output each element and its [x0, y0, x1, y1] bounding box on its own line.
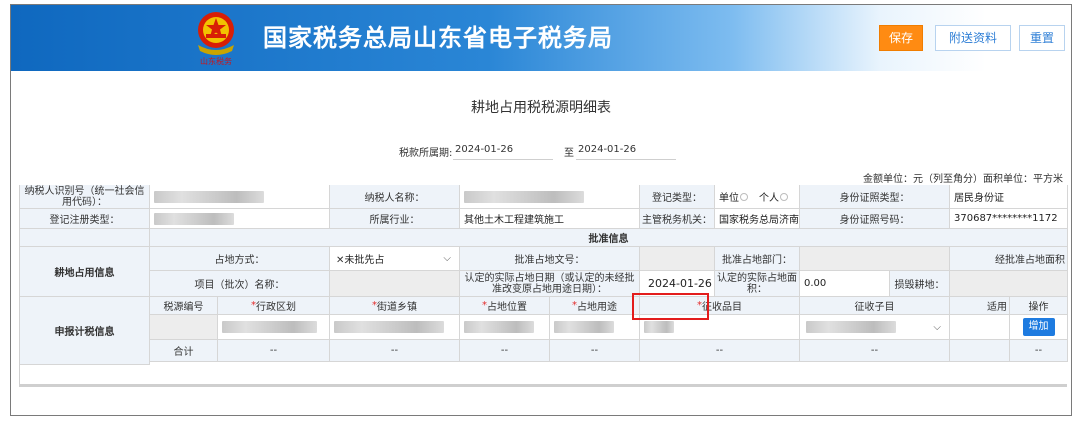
redacted-region — [222, 321, 317, 333]
street-town-cell[interactable] — [330, 315, 460, 340]
tax-authority-label: 主管税务机关： — [640, 209, 715, 229]
col-region: * 行政区划 — [218, 297, 330, 315]
purpose-cell[interactable] — [550, 315, 640, 340]
id-type-value: 居民身份证 — [950, 185, 1068, 209]
approval-section-spacer — [20, 229, 150, 247]
registration-category-value — [150, 209, 330, 229]
col-applicable: 适用 — [950, 297, 1010, 315]
header-banner: 山东税务 国家税务总局山东省电子税务局 保存 附送资料 重置 — [11, 5, 1071, 71]
radio-unit-label: 单位 — [719, 193, 739, 204]
levy-subitem-select[interactable]: ⌵ — [800, 315, 950, 340]
id-type-label: 身份证照类型： — [800, 185, 950, 209]
occupy-method-select-box: ✕未批先占 ⌵ — [334, 251, 459, 266]
actual-date-label: 认定的实际占地日期（或认定的未经批准改变原占地用途日期）： — [460, 271, 640, 297]
total-operation: -- — [1010, 340, 1068, 362]
tax-source-table: 纳税人识别号（统一社会信用代码）： 纳税人名称： 登记类型： 单位 个人 身份证… — [19, 185, 1068, 387]
units-note: 金额单位：元（列至角分）面积单位：平方米 — [863, 174, 1063, 185]
redacted-location — [464, 321, 534, 333]
damaged-land-input[interactable] — [950, 271, 1068, 297]
occupy-method-selected: ✕未批先占 — [336, 255, 385, 266]
redacted-taxpayer-id — [154, 190, 264, 203]
id-number-value: 370687********1172 — [950, 209, 1068, 229]
redacted-registration-category — [154, 212, 234, 225]
industry-value: 其他土木工程建筑施工 — [460, 209, 640, 229]
period-start-underline — [453, 159, 553, 160]
registration-type-label: 登记类型： — [640, 185, 715, 209]
applicable-cell — [950, 315, 1010, 340]
total-label: 合计 — [150, 340, 218, 362]
col-operation: 操作 — [1010, 297, 1068, 315]
period-end-underline — [576, 159, 676, 160]
site-title: 国家税务总局山东省电子税务局 — [263, 24, 613, 52]
total-purpose: -- — [550, 340, 640, 362]
attach-documents-button[interactable]: 附送资料 — [935, 25, 1011, 51]
redacted-street-town — [334, 321, 444, 333]
save-button[interactable]: 保存 — [879, 25, 923, 51]
actual-date-highlight-box — [632, 293, 709, 320]
redacted-levy-item — [644, 321, 674, 333]
taxpayer-name-value — [460, 185, 640, 209]
col-location: * 占地位置 — [460, 297, 550, 315]
total-region: -- — [218, 340, 330, 362]
approval-doc-no-label: 批准占地文号： — [460, 247, 640, 271]
col-purpose: * 占地用途 — [550, 297, 640, 315]
chevron-down-icon: ⌵ — [933, 321, 941, 333]
page-title: 耕地占用税税源明细表 — [471, 100, 611, 116]
total-location: -- — [460, 340, 550, 362]
screenshot-frame: 山东税务 国家税务总局山东省电子税务局 保存 附送资料 重置 耕地占用税税源明细… — [0, 0, 1080, 421]
levy-subitem-select-box: ⌵ — [804, 321, 949, 333]
radio-unit[interactable] — [740, 192, 748, 201]
actual-area-label: 认定的实际占地面积： — [715, 271, 800, 297]
source-no-cell — [150, 315, 218, 340]
approval-doc-no-input[interactable] — [640, 247, 715, 271]
reset-button[interactable]: 重置 — [1019, 25, 1065, 51]
tax-authority-value: 国家税务总局济南市 — [715, 209, 800, 229]
redacted-purpose — [554, 321, 614, 333]
col-levy-subitem: 征收子目 — [800, 297, 950, 315]
location-cell[interactable] — [460, 315, 550, 340]
col-street-town: * 街道乡镇 — [330, 297, 460, 315]
tax-info-group-label: 申报计税信息 — [20, 297, 150, 365]
registration-type-radio-group: 单位 个人 — [715, 185, 800, 209]
project-name-input[interactable] — [330, 271, 460, 297]
col-source-no: 税源编号 — [150, 297, 218, 315]
occupy-method-label: 占地方式： — [150, 247, 330, 271]
redacted-levy-subitem — [806, 321, 896, 333]
period-start-date[interactable]: 2024-01-26 — [455, 144, 513, 155]
redacted-taxpayer-name — [464, 190, 584, 203]
project-name-label: 项目（批次）名称： — [150, 271, 330, 297]
operation-cell: 增加 — [1010, 315, 1068, 340]
period-end-date[interactable]: 2024-01-26 — [578, 144, 636, 155]
damaged-land-label: 损毁耕地： — [890, 271, 950, 297]
land-occupancy-group-label: 耕地占用信息 — [20, 247, 150, 297]
chevron-down-icon: ⌵ — [443, 253, 451, 264]
total-levy-item: -- — [640, 340, 800, 362]
taxpayer-name-label: 纳税人名称： — [330, 185, 460, 209]
period-label: 税款所属期: — [399, 148, 453, 159]
registration-category-label: 登记注册类型： — [20, 209, 150, 229]
radio-individual-label: 个人 — [759, 193, 779, 204]
total-street-town: -- — [330, 340, 460, 362]
emblem-caption: 山东税务 — [200, 56, 232, 66]
approval-dept-label: 批准占地部门： — [715, 247, 800, 271]
taxpayer-id-value — [150, 185, 330, 209]
occupy-method-select[interactable]: ✕未批先占 ⌵ — [330, 247, 460, 271]
total-applicable — [950, 340, 1010, 362]
approval-dept-input[interactable] — [800, 247, 950, 271]
total-levy-subitem: -- — [800, 340, 950, 362]
add-row-button[interactable]: 增加 — [1022, 318, 1055, 336]
region-cell[interactable] — [218, 315, 330, 340]
app-window: 山东税务 国家税务总局山东省电子税务局 保存 附送资料 重置 耕地占用税税源明细… — [10, 4, 1072, 416]
taxpayer-id-label: 纳税人识别号（统一社会信用代码）： — [20, 185, 150, 209]
period-to-label: 至 — [564, 148, 574, 159]
industry-label: 所属行业： — [330, 209, 460, 229]
id-number-label: 身份证照号码： — [800, 209, 950, 229]
approved-area-label: 经批准占地面积 — [950, 247, 1068, 271]
radio-individual[interactable] — [780, 192, 788, 201]
actual-area-input[interactable]: 0.00 — [800, 271, 890, 297]
approval-section-header: 批准信息 — [150, 229, 1068, 247]
national-emblem-icon: 山东税务 — [198, 12, 234, 66]
